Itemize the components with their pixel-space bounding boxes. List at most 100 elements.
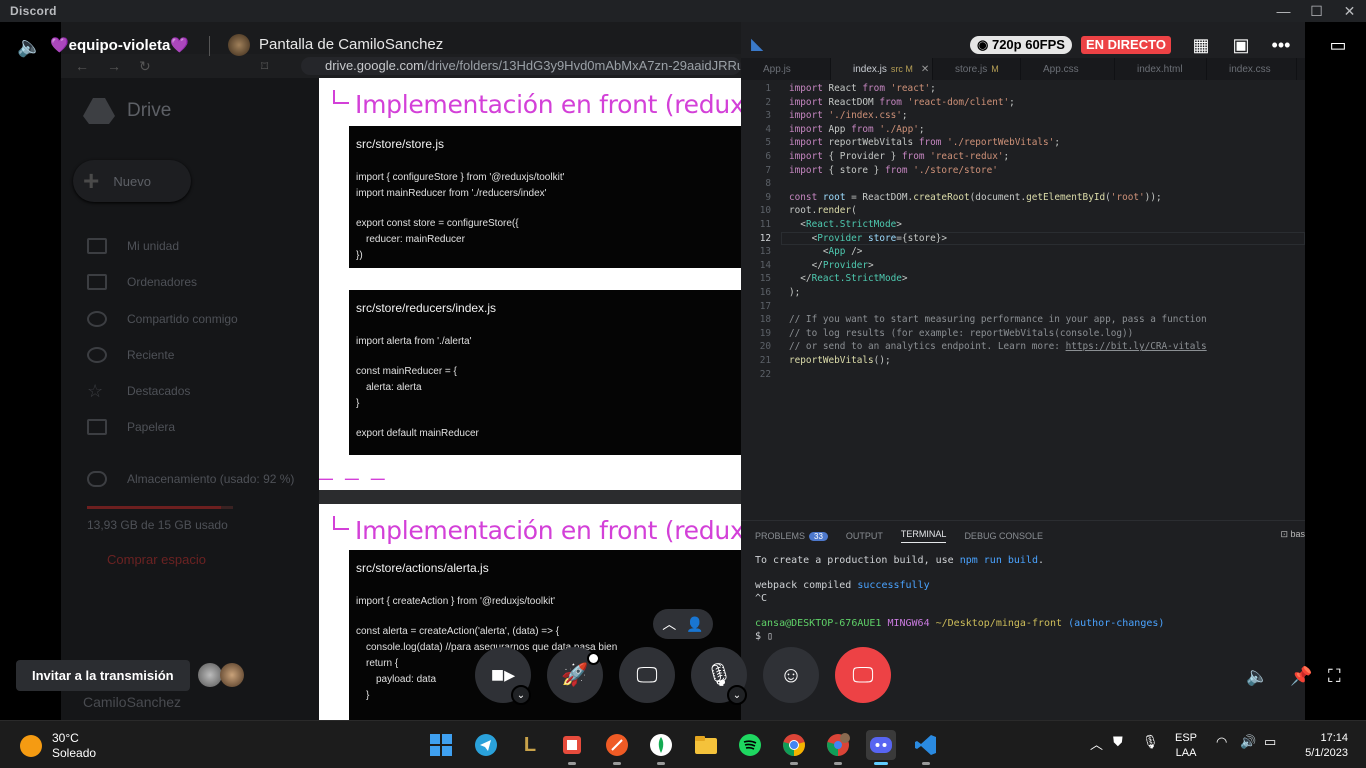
- drive-nav-recent: Reciente: [61, 337, 319, 373]
- defender-icon[interactable]: ⛊: [1113, 734, 1123, 750]
- emoji-button[interactable]: ☺: [763, 647, 819, 703]
- tab-output: OUTPUT: [845, 531, 883, 541]
- close-button[interactable]: ✕: [1333, 0, 1366, 22]
- plus-icon: +: [83, 165, 100, 196]
- line-number: 12: [759, 232, 771, 244]
- running-indicator: [874, 762, 888, 765]
- language-indicator[interactable]: ESP LAA: [1175, 731, 1197, 761]
- chat-icon[interactable]: ▭: [1327, 34, 1349, 56]
- participants-toggle[interactable]: ︿ 👤: [653, 609, 713, 639]
- drive-icon: [87, 238, 107, 254]
- line-number: 21: [759, 355, 771, 366]
- rocket-icon: 🚀: [561, 662, 589, 687]
- camera-options-button[interactable]: ⌄: [511, 685, 531, 705]
- more-icon[interactable]: •••: [1270, 34, 1292, 56]
- running-indicator: [568, 762, 576, 765]
- tab-debug-console: DEBUG CONSOLE: [964, 531, 1043, 541]
- pin-icon[interactable]: 📌: [1290, 666, 1312, 687]
- vscode-window: ◣ App.js index.js src M ✕ store.js M App.cs…: [741, 22, 1305, 720]
- postman-taskbar-button[interactable]: [602, 730, 632, 765]
- code-line: console.log(data) //para asegurarnos que…: [366, 642, 618, 653]
- avatar: [198, 663, 222, 687]
- invite-button[interactable]: Invitar a la transmisión: [16, 660, 190, 691]
- chevron-down-icon: ⌄: [516, 689, 526, 701]
- leave-stream-button[interactable]: 🖵: [835, 647, 891, 703]
- chevron-up-icon[interactable]: ︿: [1090, 734, 1103, 753]
- avatar: [220, 663, 244, 687]
- wifi-icon[interactable]: ◠: [1216, 734, 1227, 750]
- running-indicator: [790, 762, 798, 765]
- code-line: export default mainReducer: [356, 428, 479, 439]
- volume-icon[interactable]: 🔈: [17, 34, 42, 59]
- chrome-profile-taskbar-button[interactable]: [823, 730, 853, 765]
- new-button-label: Nuevo: [113, 173, 151, 189]
- drive-sidebar: Drive + Nuevo Mi unidad Ordenadores Compa…: [61, 78, 319, 720]
- tab-terminal: TERMINAL: [900, 529, 947, 543]
- drive-nav-computers: Ordenadores: [61, 264, 319, 300]
- chrome-taskbar-button[interactable]: [779, 730, 809, 765]
- windows-icon: [430, 734, 452, 756]
- fullscreen-icon[interactable]: ⛶: [1328, 666, 1341, 687]
- screen-share-button[interactable]: 🖵: [619, 647, 675, 703]
- clock[interactable]: 17:14 5/1/2023: [1296, 731, 1348, 761]
- folder-icon: [695, 736, 717, 754]
- popout-icon[interactable]: ▣: [1230, 34, 1252, 56]
- line-number: 9: [765, 191, 771, 203]
- terminal-text: successfully: [857, 580, 930, 591]
- explorer-taskbar-button[interactable]: [691, 730, 721, 760]
- people-icon: [87, 311, 107, 327]
- problems-badge: 33: [809, 532, 828, 541]
- terminal-line: ^C: [755, 593, 768, 604]
- divider: [209, 36, 210, 56]
- mongodb-icon: [650, 734, 672, 756]
- quality-label: 720p 60FPS: [991, 37, 1065, 52]
- mongodb-taskbar-button[interactable]: [646, 730, 676, 765]
- terminal-text: .: [1037, 555, 1045, 566]
- line-number: 18: [759, 314, 771, 326]
- battery-icon[interactable]: ▭: [1264, 734, 1276, 750]
- speaker-icon[interactable]: 🔊: [1240, 734, 1256, 750]
- code-filename: src/store/store.js: [356, 137, 445, 151]
- live-badge: EN DIRECTO: [1081, 36, 1171, 54]
- spotify-taskbar-button[interactable]: [735, 730, 765, 760]
- trash-icon: [87, 419, 107, 435]
- running-indicator: [613, 762, 621, 765]
- code-filename: src/store/reducers/index.js: [356, 301, 497, 315]
- star-icon: ☆: [87, 381, 104, 401]
- grid-icon[interactable]: ▦: [1190, 34, 1212, 56]
- terminal-text: MINGW64: [887, 618, 936, 629]
- volume-icon[interactable]: 🔈: [1246, 666, 1268, 687]
- snipping-taskbar-button[interactable]: [557, 730, 587, 765]
- maximize-button[interactable]: ☐: [1300, 0, 1333, 22]
- language-code: ESP: [1175, 732, 1198, 744]
- stream-header: 🔈 💜equipo-violeta💜 Pantalla de CamiloSan…: [0, 22, 1366, 68]
- start-button[interactable]: [426, 730, 456, 760]
- storage-progress-fill: [87, 506, 222, 509]
- minimize-button[interactable]: —: [1267, 0, 1300, 22]
- terminal-text: npm run build: [959, 555, 1038, 566]
- line-number: 17: [759, 300, 771, 312]
- spotify-icon: [739, 734, 761, 756]
- discord-taskbar-button[interactable]: [866, 730, 896, 765]
- line-number: 5: [765, 137, 771, 149]
- league-taskbar-button[interactable]: L: [515, 730, 545, 760]
- line-number: 3: [765, 110, 771, 122]
- microphone-icon[interactable]: 🎙: [1142, 734, 1159, 750]
- drive-nav-label: Destacados: [127, 384, 191, 398]
- time: 17:14: [1320, 732, 1348, 744]
- line-number: 8: [765, 178, 771, 190]
- keyboard-layout: LAA: [1175, 747, 1197, 759]
- vscode-taskbar-button[interactable]: [911, 730, 941, 765]
- terminal-line: webpack compiled successfully: [755, 580, 930, 591]
- slide-title: Implementación en front (redux): [355, 516, 754, 545]
- terminal-text: To create a production build, use: [755, 555, 960, 566]
- microphone-options-button[interactable]: ⌄: [727, 685, 747, 705]
- telegram-taskbar-button[interactable]: [471, 730, 501, 760]
- vscode-icon: [915, 735, 936, 755]
- drive-nav-label: Papelera: [127, 420, 176, 434]
- weather-widget[interactable]: 30°C Soleado: [20, 731, 96, 761]
- drive-nav-label: Ordenadores: [127, 275, 198, 289]
